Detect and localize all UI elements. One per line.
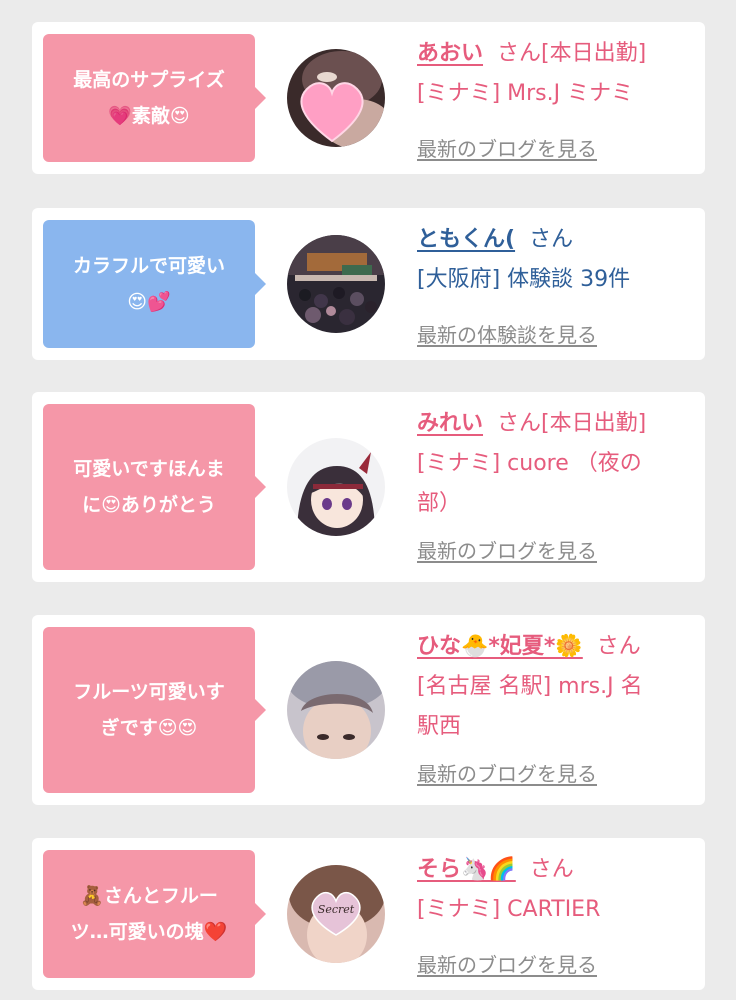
comment-line: ぎです😍😍 (100, 717, 198, 739)
comment-line: フルーツ可愛いす (73, 681, 225, 703)
shop-detail: 部） (417, 491, 462, 516)
comment-line: 😍💕 (127, 291, 171, 313)
latest-blog-link[interactable]: 最新のブログを見る (417, 759, 597, 789)
honorific-status: さん (596, 634, 641, 659)
honorific-status: さん (529, 227, 574, 252)
honorific-status: さん[本日出勤] (497, 411, 647, 436)
latest-review-link[interactable]: 最新の体験談を見る (417, 320, 597, 350)
secret-heart-photo-icon: Secret (287, 865, 385, 963)
comment-line: 🧸さんとフルー (80, 885, 218, 907)
comment-bubble: フルーツ可愛いす ぎです😍😍 (43, 627, 266, 793)
latest-blog-link[interactable]: 最新のブログを見る (417, 134, 597, 164)
review-list: 最高のサプライズ 💗素敵😍 あおい さん[本日出勤] [ミナミ] Mrs.J ミナ… (0, 0, 736, 1000)
avatar[interactable] (287, 661, 385, 759)
review-card: 🧸さんとフルー ツ…可愛いの塊❤️ Secret そら🦄🌈 さん [ミナミ] CA… (32, 838, 705, 990)
reviewer-info: みれい さん[本日出勤] [ミナミ] cuore （夜の 部） (417, 404, 697, 524)
reviewer-name-link[interactable]: ひな🐣*妃夏*🌼 (417, 634, 583, 659)
comment-line: 💗素敵😍 (108, 105, 190, 127)
heart-photo-icon (287, 49, 385, 147)
shop-detail: [ミナミ] CARTIER (417, 897, 601, 922)
latest-blog-link[interactable]: 最新のブログを見る (417, 536, 597, 566)
comment-line: 可愛いですほんま (73, 458, 225, 480)
comment-line: カラフルで可愛い (72, 255, 225, 277)
review-card: カラフルで可愛い 😍💕 ともくん( さん [大阪府] 体験談 39件 最新の体験… (32, 208, 705, 360)
reviewer-name-link[interactable]: そら🦄🌈 (417, 857, 516, 882)
comment-bubble: 🧸さんとフルー ツ…可愛いの塊❤️ (43, 850, 266, 978)
review-card: 最高のサプライズ 💗素敵😍 あおい さん[本日出勤] [ミナミ] Mrs.J ミナ… (32, 22, 705, 174)
shop-detail: [ミナミ] cuore （夜の (417, 451, 642, 476)
reviewer-name-link[interactable]: あおい (417, 41, 483, 66)
street-photo-icon (287, 235, 385, 333)
review-card: 可愛いですほんま に😍ありがとう みれい さん[本日出勤] [ミナミ] cuore… (32, 392, 705, 582)
honorific-status: さん[本日出勤] (497, 41, 647, 66)
latest-blog-link[interactable]: 最新のブログを見る (417, 950, 597, 980)
reviewer-info: あおい さん[本日出勤] [ミナミ] Mrs.J ミナミ (417, 34, 697, 114)
reviewer-name-link[interactable]: みれい (417, 411, 483, 436)
anime-girl-icon (287, 438, 385, 536)
svg-text:Secret: Secret (318, 903, 355, 916)
reviewer-info: ひな🐣*妃夏*🌼 さん [名古屋 名駅] mrs.J 名 駅西 (417, 627, 697, 747)
reviewer-info: そら🦄🌈 さん [ミナミ] CARTIER (417, 850, 697, 930)
comment-bubble: カラフルで可愛い 😍💕 (43, 220, 266, 348)
review-card: フルーツ可愛いす ぎです😍😍 ひな🐣*妃夏*🌼 さん [名古屋 名駅] mrs.J… (32, 615, 705, 805)
honorific-status: さん (529, 857, 574, 882)
avatar[interactable] (287, 49, 385, 147)
avatar[interactable] (287, 438, 385, 536)
reviewer-info: ともくん( さん [大阪府] 体験談 39件 (417, 220, 697, 300)
comment-line: に😍ありがとう (82, 494, 216, 516)
comment-bubble: 可愛いですほんま に😍ありがとう (43, 404, 266, 570)
reviewer-name-link[interactable]: ともくん( (417, 227, 515, 252)
avatar[interactable] (287, 235, 385, 333)
comment-line: ツ…可愛いの塊❤️ (70, 921, 228, 943)
shop-detail: [ミナミ] Mrs.J ミナミ (417, 81, 634, 106)
shop-detail: [名古屋 名駅] mrs.J 名 (417, 674, 643, 699)
face-photo-icon (287, 661, 385, 759)
shop-detail: 駅西 (417, 714, 462, 739)
shop-detail: [大阪府] 体験談 39件 (417, 267, 631, 292)
comment-line: 最高のサプライズ (73, 69, 225, 91)
avatar[interactable]: Secret (287, 865, 385, 963)
comment-bubble: 最高のサプライズ 💗素敵😍 (43, 34, 266, 162)
